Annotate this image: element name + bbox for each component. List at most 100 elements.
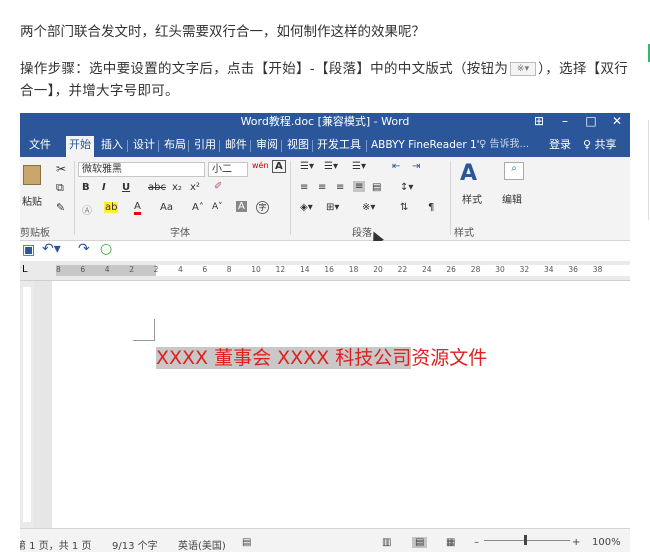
document-text[interactable]: XXXX 董事会 XXXX 科技公司资源文件: [156, 343, 487, 370]
ribbon-tabs: 文件 开始 插入 设计 布局 引用 邮件 审阅 视图 开发工具 ABBYY Fi…: [20, 131, 630, 157]
group-styles-label: 样式: [454, 228, 474, 239]
distributed-icon[interactable]: ▤: [372, 182, 381, 193]
save-icon[interactable]: ▣: [22, 242, 35, 258]
redo-icon[interactable]: ↷: [78, 241, 90, 257]
text-effects-icon[interactable]: Ⓐ: [82, 202, 92, 217]
borders-icon[interactable]: ⊞▾: [326, 202, 339, 213]
paste-button[interactable]: 粘贴: [22, 193, 42, 208]
line-spacing-icon[interactable]: ↕▾: [400, 182, 413, 193]
ruler-tick: 30: [495, 265, 505, 274]
font-size-select[interactable]: 小二: [208, 162, 248, 177]
language-status[interactable]: 英语(美国): [178, 537, 226, 552]
enclose-char-icon[interactable]: 字: [256, 201, 269, 214]
read-mode-icon[interactable]: ▥: [382, 537, 391, 548]
document-page[interactable]: XXXX 董事会 XXXX 科技公司资源文件: [52, 281, 630, 528]
tab-mailings[interactable]: 邮件: [222, 136, 250, 154]
zoom-out-icon[interactable]: –: [474, 537, 479, 548]
tab-review[interactable]: 审阅: [253, 136, 281, 154]
tab-developer[interactable]: 开发工具: [314, 136, 364, 154]
maximize-icon[interactable]: □: [578, 113, 604, 131]
unselected-text[interactable]: 资源文件: [411, 347, 487, 369]
styles-button[interactable]: 样式: [462, 191, 482, 206]
tab-layout[interactable]: 布局: [161, 136, 189, 154]
divider: [648, 120, 649, 220]
document-area[interactable]: XXXX 董事会 XXXX 科技公司资源文件: [34, 281, 630, 528]
login-link[interactable]: 登录: [546, 136, 574, 154]
underline-button[interactable]: U: [122, 182, 130, 193]
tab-references[interactable]: 引用: [191, 136, 219, 154]
align-right-icon[interactable]: ≡: [336, 182, 344, 193]
char-border-icon[interactable]: A: [272, 160, 286, 173]
font-name-select[interactable]: 微软雅黑: [78, 162, 205, 177]
copy-icon[interactable]: ⧉: [56, 181, 64, 195]
numbering-icon[interactable]: ☰▾: [324, 161, 338, 172]
tab-stop-icon[interactable]: L: [22, 264, 28, 275]
horizontal-ruler[interactable]: L 8 6 4 2 2 4 6 8 10 12 14 16 18 20 22 24 26 28 30 32 34 36 38: [20, 261, 630, 281]
change-case-button[interactable]: Aa: [160, 202, 173, 213]
format-painter-icon[interactable]: ✎: [56, 201, 65, 214]
tab-insert[interactable]: 插入: [98, 136, 126, 154]
align-center-icon[interactable]: ≡: [318, 182, 326, 193]
tab-design[interactable]: 设计: [130, 136, 158, 154]
bold-button[interactable]: B: [82, 182, 90, 193]
circle-icon[interactable]: ○: [100, 241, 112, 257]
tell-me-search[interactable]: ♀ 告诉我...: [476, 136, 532, 154]
increase-indent-icon[interactable]: ⇥: [412, 161, 420, 172]
clear-format-icon[interactable]: ✐: [214, 181, 222, 192]
print-layout-icon[interactable]: ▤: [412, 537, 428, 548]
web-layout-icon[interactable]: ▦: [446, 537, 455, 548]
word-count[interactable]: 9/13 个字: [112, 537, 158, 552]
ruler-tick: 2: [129, 265, 134, 274]
strikethrough-button[interactable]: abc: [148, 182, 166, 193]
ruler-tick: 8: [226, 265, 232, 274]
macro-icon[interactable]: ▤: [242, 537, 251, 548]
margin-corner: [133, 319, 155, 341]
share-button[interactable]: ♀ 共享: [580, 136, 620, 154]
cut-icon[interactable]: ✂: [56, 162, 66, 176]
font-color-icon[interactable]: A: [134, 202, 141, 215]
selected-text[interactable]: XXXX 董事会 XXXX 科技公司: [156, 347, 412, 369]
phonetic-guide-icon[interactable]: wén: [252, 161, 269, 170]
vertical-ruler: [20, 281, 34, 528]
minimize-icon[interactable]: –: [552, 113, 578, 131]
ruler-tick: 18: [348, 265, 359, 274]
zoom-level[interactable]: 100%: [592, 537, 621, 548]
find-icon[interactable]: ⌕: [504, 162, 524, 180]
tab-abbyy[interactable]: ABBYY FineReader 1': [368, 136, 483, 154]
status-bar: 第 1 页，共 1 页 9/13 个字 英语(美国) ▤ ▥ ▤ ▦ – + 1…: [20, 528, 630, 552]
zoom-in-icon[interactable]: +: [572, 537, 580, 548]
align-left-icon[interactable]: ≡: [300, 182, 308, 193]
bullets-icon[interactable]: ☰▾: [300, 161, 314, 172]
tab-view[interactable]: 视图: [284, 136, 312, 154]
ruler-tick: 22: [397, 265, 408, 274]
close-icon[interactable]: ✕: [604, 113, 630, 131]
editing-button[interactable]: 编辑: [502, 191, 522, 206]
char-shading-icon[interactable]: A: [236, 201, 247, 212]
sort-icon[interactable]: ⇅: [400, 202, 408, 213]
ruler-tick: 24: [422, 265, 432, 274]
tab-home[interactable]: 开始: [66, 136, 94, 157]
ruler-tick: 36: [568, 265, 578, 274]
styles-icon[interactable]: A: [460, 161, 477, 186]
tab-file[interactable]: 文件: [26, 136, 54, 154]
restore-icon[interactable]: ⊞: [526, 113, 552, 131]
undo-icon[interactable]: ↶▾: [42, 241, 61, 257]
multilevel-list-icon[interactable]: ☰▾: [352, 161, 366, 172]
highlight-icon[interactable]: ab: [104, 202, 119, 213]
subscript-button[interactable]: x₂: [172, 182, 182, 193]
superscript-button[interactable]: x²: [190, 182, 200, 193]
shading-icon[interactable]: ◈▾: [300, 202, 313, 213]
decrease-indent-icon[interactable]: ⇤: [392, 161, 400, 172]
italic-button[interactable]: I: [102, 182, 106, 193]
grow-font-button[interactable]: A˄: [192, 202, 204, 213]
clipboard-icon[interactable]: [23, 165, 41, 185]
justify-icon[interactable]: ≡: [353, 181, 366, 192]
chinese-layout-button[interactable]: ※▾: [362, 202, 375, 213]
ruler-tick: 2: [153, 265, 159, 274]
show-marks-icon[interactable]: ¶: [428, 202, 434, 213]
shrink-font-button[interactable]: A˅: [212, 202, 223, 212]
page-count[interactable]: 第 1 页，共 1 页: [20, 537, 91, 552]
ruler-tick: 38: [592, 265, 603, 274]
zoom-thumb[interactable]: [524, 535, 527, 545]
zoom-slider[interactable]: [484, 540, 570, 541]
